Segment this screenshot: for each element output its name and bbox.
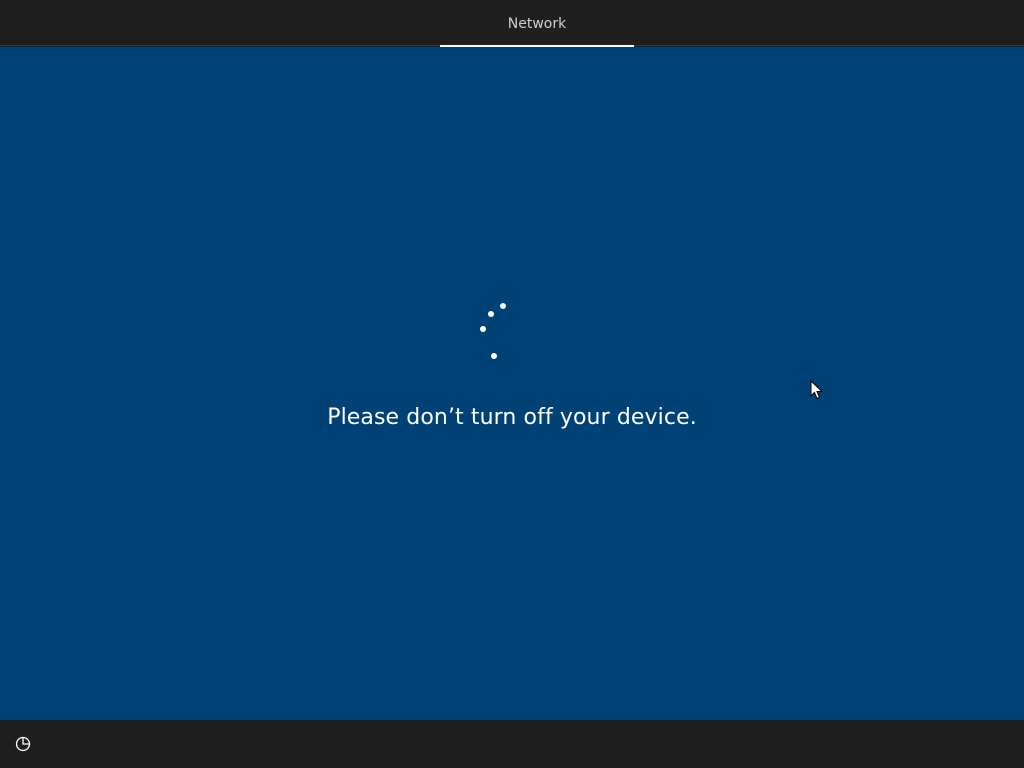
status-message: Please don’t turn off your device. — [327, 405, 697, 430]
spinner-dot — [500, 303, 506, 309]
spinner-dot — [480, 326, 486, 332]
tab-network-label: Network — [507, 16, 567, 32]
accessibility-icon[interactable] — [13, 734, 33, 754]
setup-content: Please don’t turn off your device. — [0, 47, 1024, 720]
loading-spinner-icon — [480, 303, 506, 359]
top-bar: Network — [0, 0, 1024, 47]
bottom-bar — [0, 720, 1024, 768]
tab-network: Network — [440, 0, 634, 47]
spinner-dot — [491, 353, 497, 359]
mouse-cursor-icon — [810, 380, 824, 400]
spinner-dot — [488, 311, 494, 317]
